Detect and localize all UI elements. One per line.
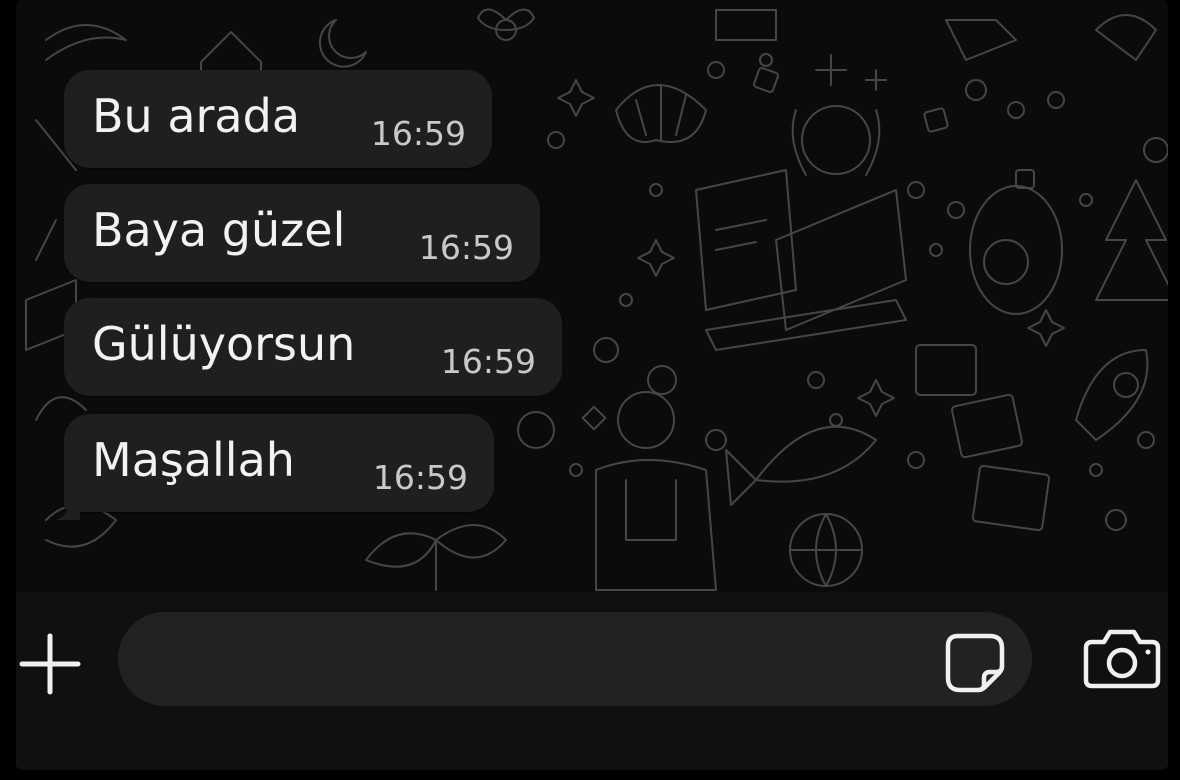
message-text: Baya güzel xyxy=(92,203,346,257)
message-input[interactable] xyxy=(152,632,936,688)
message-time: 16:59 xyxy=(440,342,536,381)
plus-icon xyxy=(19,633,81,695)
attach-button[interactable] xyxy=(16,630,84,698)
message-time: 16:59 xyxy=(418,228,514,267)
message-bubble[interactable]: Baya güzel 16:59 xyxy=(64,184,540,282)
bubble-tail xyxy=(56,490,80,520)
camera-button[interactable] xyxy=(1082,626,1162,690)
message-time: 16:59 xyxy=(372,458,468,497)
message-bubble[interactable]: Maşallah 16:59 xyxy=(64,414,494,512)
message-bubble[interactable]: Bu arada 16:59 xyxy=(64,70,492,168)
message-input-container[interactable] xyxy=(118,612,1032,706)
message-text: Maşallah xyxy=(92,433,295,487)
message-bubble[interactable]: Gülüyorsun 16:59 xyxy=(64,298,562,396)
chat-screen: Bu arada 16:59 Baya güzel 16:59 Gülüyors… xyxy=(16,0,1168,770)
message-time: 16:59 xyxy=(370,114,466,153)
camera-icon xyxy=(1083,629,1161,689)
sticker-button[interactable] xyxy=(944,632,1006,694)
sticker-icon xyxy=(945,633,1005,693)
message-text: Bu arada xyxy=(92,89,301,143)
message-text: Gülüyorsun xyxy=(92,317,356,371)
